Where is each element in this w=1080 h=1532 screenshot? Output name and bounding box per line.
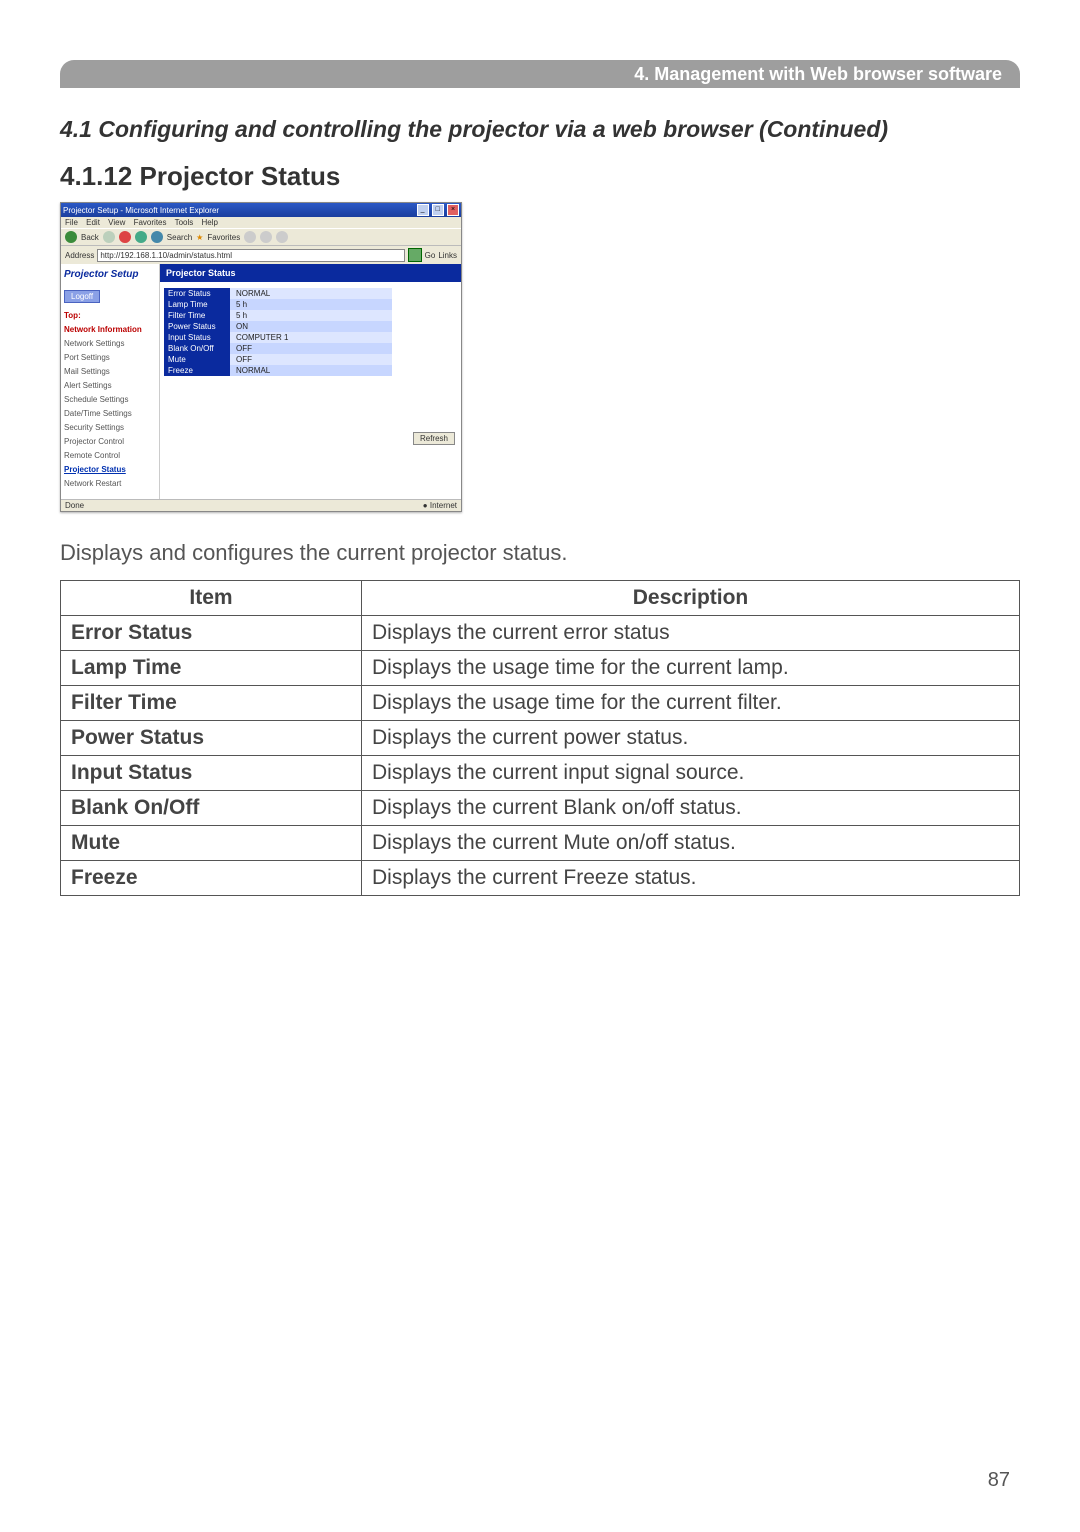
internet-icon: ●: [423, 501, 428, 510]
td-desc: Displays the current Mute on/off status.: [362, 826, 1020, 861]
history-icon[interactable]: [244, 231, 256, 243]
description-table: Item Description Error StatusDisplays th…: [60, 580, 1020, 896]
status-key: Mute: [164, 354, 230, 365]
stop-icon[interactable]: [119, 231, 131, 243]
status-right-text: Internet: [430, 501, 457, 510]
ie-menu-bar: File Edit View Favorites Tools Help: [61, 217, 461, 228]
status-val: NORMAL: [230, 288, 392, 299]
sidebar: Projector Setup Logoff Top: Network Info…: [61, 264, 160, 499]
status-right: ● Internet: [423, 501, 457, 510]
th-desc: Description: [362, 581, 1020, 616]
td-desc: Displays the current Freeze status.: [362, 861, 1020, 896]
section-title: 4.1 Configuring and controlling the proj…: [60, 116, 1020, 143]
chapter-bar: 4. Management with Web browser software: [60, 60, 1020, 88]
ie-status-bar: Done ● Internet: [61, 499, 461, 511]
menu-favorites[interactable]: Favorites: [134, 218, 167, 227]
nav-item[interactable]: Security Settings: [64, 421, 156, 435]
status-key: Input Status: [164, 332, 230, 343]
nav-item[interactable]: Date/Time Settings: [64, 407, 156, 421]
nav-item[interactable]: Network Restart: [64, 477, 156, 491]
ie-title-bar: Projector Setup - Microsoft Internet Exp…: [61, 203, 461, 217]
page-number: 87: [988, 1469, 1010, 1492]
search-label[interactable]: Search: [167, 233, 192, 242]
forward-icon[interactable]: [103, 231, 115, 243]
status-left: Done: [65, 501, 84, 510]
nav-item[interactable]: Network Settings: [64, 337, 156, 351]
td-desc: Displays the usage time for the current …: [362, 686, 1020, 721]
minimize-icon[interactable]: _: [417, 204, 429, 216]
status-val: OFF: [230, 343, 392, 354]
address-input[interactable]: http://192.168.1.10/admin/status.html: [97, 249, 404, 262]
window-buttons: _ □ ×: [416, 204, 459, 216]
go-label[interactable]: Go: [425, 251, 436, 260]
menu-file[interactable]: File: [65, 218, 78, 227]
lead-text: Displays and configures the current proj…: [60, 540, 1020, 566]
status-val: NORMAL: [230, 365, 392, 376]
td-desc: Displays the usage time for the current …: [362, 651, 1020, 686]
th-item: Item: [61, 581, 362, 616]
menu-help[interactable]: Help: [202, 218, 218, 227]
favorites-label[interactable]: Favorites: [207, 233, 240, 242]
address-label: Address: [65, 251, 94, 260]
back-label[interactable]: Back: [81, 233, 99, 242]
nav-current[interactable]: Projector Status: [64, 463, 156, 477]
panel-title: Projector Status: [160, 264, 461, 282]
status-key: Freeze: [164, 365, 230, 376]
subsection-title: 4.1.12 Projector Status: [60, 161, 1020, 192]
td-item: Blank On/Off: [61, 791, 362, 826]
status-key: Blank On/Off: [164, 343, 230, 354]
back-icon[interactable]: [65, 231, 77, 243]
td-desc: Displays the current Blank on/off status…: [362, 791, 1020, 826]
go-button[interactable]: [408, 248, 422, 262]
menu-edit[interactable]: Edit: [86, 218, 100, 227]
mail-icon[interactable]: [260, 231, 272, 243]
ie-toolbar: Back Search ★ Favorites: [61, 228, 461, 246]
menu-tools[interactable]: Tools: [175, 218, 194, 227]
status-val: 5 h: [230, 310, 392, 321]
td-item: Power Status: [61, 721, 362, 756]
td-desc: Displays the current input signal source…: [362, 756, 1020, 791]
nav-item[interactable]: Projector Control: [64, 435, 156, 449]
nav-top[interactable]: Top:: [64, 309, 156, 323]
td-item: Lamp Time: [61, 651, 362, 686]
td-desc: Displays the current power status.: [362, 721, 1020, 756]
td-item: Filter Time: [61, 686, 362, 721]
td-item: Input Status: [61, 756, 362, 791]
nav-item[interactable]: Remote Control: [64, 449, 156, 463]
menu-view[interactable]: View: [108, 218, 125, 227]
nav-item[interactable]: Port Settings: [64, 351, 156, 365]
ie-window-title: Projector Setup - Microsoft Internet Exp…: [63, 206, 219, 215]
status-key: Error Status: [164, 288, 230, 299]
td-item: Freeze: [61, 861, 362, 896]
status-val: OFF: [230, 354, 392, 365]
nav-item[interactable]: Mail Settings: [64, 365, 156, 379]
sidebar-nav: Top: Network Information Network Setting…: [64, 309, 156, 491]
td-desc: Displays the current error status: [362, 616, 1020, 651]
logoff-button[interactable]: Logoff: [64, 290, 100, 303]
ie-address-bar: Address http://192.168.1.10/admin/status…: [61, 246, 461, 264]
maximize-icon[interactable]: □: [432, 204, 444, 216]
nav-item[interactable]: Schedule Settings: [64, 393, 156, 407]
status-val: 5 h: [230, 299, 392, 310]
links-label[interactable]: Links: [438, 251, 457, 260]
close-icon[interactable]: ×: [447, 204, 459, 216]
nav-item[interactable]: Alert Settings: [64, 379, 156, 393]
screenshot: Projector Setup - Microsoft Internet Exp…: [60, 202, 462, 512]
print-icon[interactable]: [276, 231, 288, 243]
status-val: ON: [230, 321, 392, 332]
sidebar-brand: Projector Setup: [64, 269, 156, 280]
status-key: Lamp Time: [164, 299, 230, 310]
status-key: Power Status: [164, 321, 230, 332]
td-item: Mute: [61, 826, 362, 861]
favorites-star-icon[interactable]: ★: [196, 233, 203, 242]
nav-group[interactable]: Network Information: [64, 323, 156, 337]
status-val: COMPUTER 1: [230, 332, 392, 343]
td-item: Error Status: [61, 616, 362, 651]
status-key: Filter Time: [164, 310, 230, 321]
status-table: Error StatusNORMAL Lamp Time5 h Filter T…: [164, 288, 392, 376]
refresh-icon[interactable]: [135, 231, 147, 243]
main-panel: Projector Status Error StatusNORMAL Lamp…: [160, 264, 461, 499]
refresh-button[interactable]: Refresh: [413, 432, 455, 445]
home-icon[interactable]: [151, 231, 163, 243]
